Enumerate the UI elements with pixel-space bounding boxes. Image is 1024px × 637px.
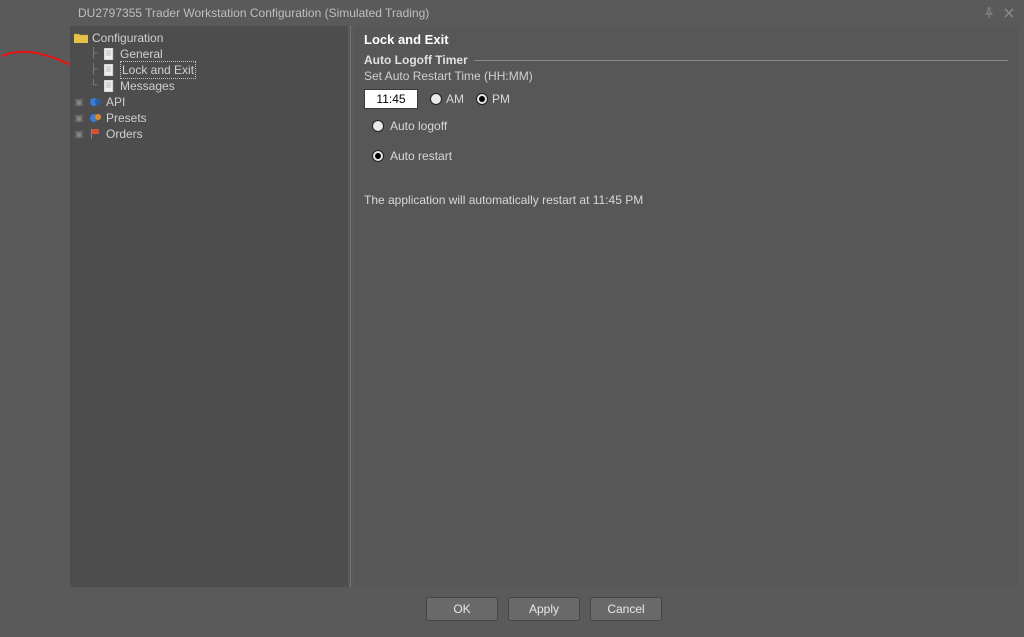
auto-logoff-option[interactable]: Auto logoff	[372, 119, 1008, 133]
tree-item-label: Lock and Exit	[120, 61, 196, 79]
tree-item-lock-and-exit[interactable]: ├ Lock and Exit	[74, 62, 348, 78]
restart-time-input[interactable]	[364, 89, 418, 109]
pm-radio[interactable]	[476, 93, 488, 105]
tree-item-orders[interactable]: ▣ Orders	[74, 126, 348, 142]
apply-button[interactable]: Apply	[508, 597, 580, 621]
restart-description: The application will automatically resta…	[364, 193, 1008, 207]
config-tree: Configuration ├ General ├ Lock and Exit …	[70, 26, 348, 587]
main-pane: Lock and Exit Auto Logoff Timer Set Auto…	[354, 26, 1018, 587]
tree-item-label: API	[106, 94, 125, 110]
expand-icon[interactable]: ▣	[74, 127, 84, 141]
close-icon[interactable]	[1000, 5, 1018, 21]
section-title: Auto Logoff Timer	[364, 53, 468, 67]
gear-blue-icon	[88, 95, 102, 109]
tree-item-label: Presets	[106, 110, 147, 126]
am-radio[interactable]	[430, 93, 442, 105]
tree-root-configuration[interactable]: Configuration	[74, 30, 348, 46]
section-header: Auto Logoff Timer	[364, 53, 1008, 67]
splitter[interactable]	[348, 26, 354, 587]
section-rule	[474, 60, 1008, 61]
flag-icon	[88, 127, 102, 141]
button-bar: OK Apply Cancel	[70, 587, 1018, 631]
auto-restart-label: Auto restart	[390, 149, 452, 163]
tree-item-general[interactable]: ├ General	[74, 46, 348, 62]
page-title: Lock and Exit	[364, 30, 1008, 51]
tree-root-label: Configuration	[92, 30, 163, 46]
page-icon	[102, 63, 116, 77]
tree-item-label: Orders	[106, 126, 143, 142]
tree-branch-icon: └	[90, 78, 100, 94]
cancel-button[interactable]: Cancel	[590, 597, 662, 621]
pm-label: PM	[492, 92, 510, 106]
am-label: AM	[446, 92, 464, 106]
auto-restart-option[interactable]: Auto restart	[372, 149, 1008, 163]
section-subhead: Set Auto Restart Time (HH:MM)	[364, 69, 1008, 83]
expand-icon[interactable]: ▣	[74, 111, 84, 125]
auto-logoff-radio[interactable]	[372, 120, 384, 132]
tree-branch-icon: ├	[90, 46, 100, 62]
tree-item-api[interactable]: ▣ API	[74, 94, 348, 110]
expand-icon[interactable]: ▣	[74, 95, 84, 109]
pin-icon[interactable]	[980, 5, 998, 21]
time-row: AM PM	[364, 89, 1008, 109]
folder-icon	[74, 31, 88, 45]
window-titlebar: DU2797355 Trader Workstation Configurati…	[0, 0, 1024, 26]
tree-item-messages[interactable]: └ Messages	[74, 78, 348, 94]
auto-restart-radio[interactable]	[372, 150, 384, 162]
tree-branch-icon: ├	[90, 62, 100, 78]
window-title: DU2797355 Trader Workstation Configurati…	[78, 6, 429, 20]
auto-logoff-label: Auto logoff	[390, 119, 447, 133]
page-icon	[102, 47, 116, 61]
gear-orange-icon	[88, 111, 102, 125]
tree-item-label: Messages	[120, 78, 175, 94]
page-icon	[102, 79, 116, 93]
tree-item-label: General	[120, 46, 163, 62]
ok-button[interactable]: OK	[426, 597, 498, 621]
tree-item-presets[interactable]: ▣ Presets	[74, 110, 348, 126]
